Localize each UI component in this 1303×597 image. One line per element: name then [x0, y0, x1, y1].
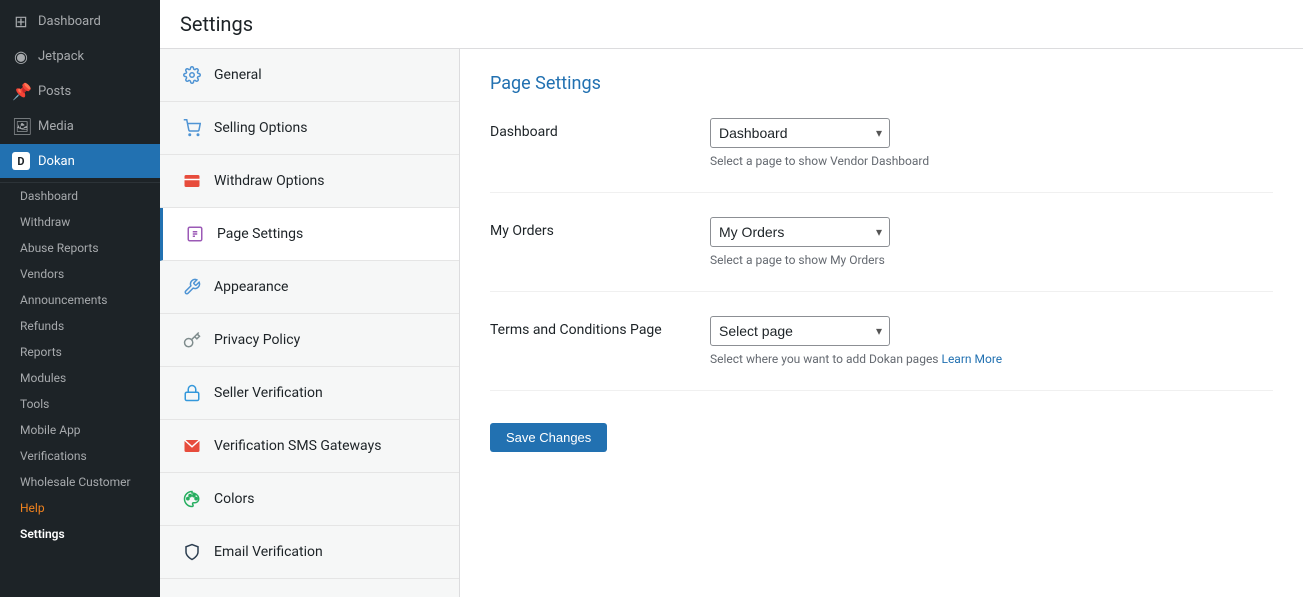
sidebar-sub-withdraw[interactable]: Withdraw [0, 209, 160, 235]
sidebar-sub-help[interactable]: Help [0, 495, 160, 521]
sidebar-item-media[interactable]: 🖼 Media [0, 109, 160, 144]
sidebar-item-dashboard-label: Dashboard [38, 14, 101, 29]
sidebar-item-posts-label: Posts [38, 84, 71, 99]
sidebar-item-dokan[interactable]: D Dokan [0, 144, 160, 178]
page-settings-label: Page Settings [217, 226, 303, 242]
media-icon: 🖼 [12, 117, 30, 136]
dashboard-setting-label: Dashboard [490, 118, 710, 140]
sidebar-sub-verifications[interactable]: Verifications [0, 443, 160, 469]
appearance-label: Appearance [214, 279, 288, 295]
settings-nav-page-settings[interactable]: Page Settings [160, 208, 459, 261]
sidebar-sub-items: Dashboard Withdraw Abuse Reports Vendors… [0, 182, 160, 547]
terms-help-text-content: Select where you want to add Dokan pages [710, 352, 939, 366]
jetpack-icon: ◉ [12, 47, 30, 66]
settings-nav-colors[interactable]: Colors [160, 473, 459, 526]
main-content: Settings General Selling Options [160, 0, 1303, 597]
sidebar-item-jetpack[interactable]: ◉ Jetpack [0, 39, 160, 74]
page-title-bar: Settings [160, 0, 1303, 49]
sidebar-item-media-label: Media [38, 119, 74, 134]
settings-nav: General Selling Options Withdraw Options [160, 49, 460, 597]
page-title: Settings [180, 12, 1283, 36]
selling-options-label: Selling Options [214, 120, 307, 136]
my-orders-setting-row: My Orders My Orders Dashboard Shop Selec… [490, 217, 1273, 292]
terms-setting-control: Select page Terms and Conditions Privacy… [710, 316, 1273, 366]
dashboard-setting-row: Dashboard Dashboard My Account Shop Sele… [490, 118, 1273, 193]
withdraw-options-label: Withdraw Options [214, 173, 325, 189]
colors-icon [180, 487, 204, 511]
dashboard-select[interactable]: Dashboard My Account Shop [710, 118, 890, 148]
sidebar-top-items: ⊞ Dashboard ◉ Jetpack 📌 Posts 🖼 Media D … [0, 0, 160, 182]
withdraw-icon [180, 169, 204, 193]
sms-icon [180, 434, 204, 458]
privacy-icon [180, 328, 204, 352]
privacy-policy-label: Privacy Policy [214, 332, 300, 348]
sidebar-sub-abuse-reports[interactable]: Abuse Reports [0, 235, 160, 261]
sidebar-sub-vendors[interactable]: Vendors [0, 261, 160, 287]
appearance-icon [180, 275, 204, 299]
save-button-wrapper: Save Changes [490, 415, 1273, 452]
settings-nav-privacy-policy[interactable]: Privacy Policy [160, 314, 459, 367]
my-orders-setting-control: My Orders Dashboard Shop Select a page t… [710, 217, 1273, 267]
sidebar-sub-announcements[interactable]: Announcements [0, 287, 160, 313]
settings-nav-general[interactable]: General [160, 49, 459, 102]
my-orders-setting-label: My Orders [490, 217, 710, 239]
general-label: General [214, 67, 262, 83]
settings-nav-email-verification[interactable]: Email Verification [160, 526, 459, 579]
sidebar-item-dashboard[interactable]: ⊞ Dashboard [0, 4, 160, 39]
sidebar-sub-dashboard[interactable]: Dashboard [0, 183, 160, 209]
sidebar-item-dokan-label: Dokan [38, 154, 75, 169]
page-icon [183, 222, 207, 246]
my-orders-select[interactable]: My Orders Dashboard Shop [710, 217, 890, 247]
terms-setting-label: Terms and Conditions Page [490, 316, 710, 338]
sidebar-sub-wholesale-customer[interactable]: Wholesale Customer [0, 469, 160, 495]
settings-nav-seller-verification[interactable]: Seller Verification [160, 367, 459, 420]
admin-sidebar: ⊞ Dashboard ◉ Jetpack 📌 Posts 🖼 Media D … [0, 0, 160, 597]
email-verification-icon [180, 540, 204, 564]
sidebar-sub-mobile-app[interactable]: Mobile App [0, 417, 160, 443]
sidebar-item-jetpack-label: Jetpack [38, 49, 84, 64]
dashboard-select-wrapper: Dashboard My Account Shop [710, 118, 890, 148]
settings-nav-appearance[interactable]: Appearance [160, 261, 459, 314]
save-changes-button[interactable]: Save Changes [490, 423, 607, 452]
terms-help-text: Select where you want to add Dokan pages… [710, 352, 1273, 366]
dashboard-setting-control: Dashboard My Account Shop Select a page … [710, 118, 1273, 168]
page-settings-title: Page Settings [490, 73, 1273, 94]
terms-select[interactable]: Select page Terms and Conditions Privacy… [710, 316, 890, 346]
settings-nav-verification-sms[interactable]: Verification SMS Gateways [160, 420, 459, 473]
content-area: General Selling Options Withdraw Options [160, 49, 1303, 597]
sidebar-sub-refunds[interactable]: Refunds [0, 313, 160, 339]
dashboard-icon: ⊞ [12, 12, 30, 31]
seller-verification-label: Seller Verification [214, 385, 323, 401]
verification-sms-label: Verification SMS Gateways [214, 438, 381, 454]
settings-content-panel: Page Settings Dashboard Dashboard My Acc… [460, 49, 1303, 597]
cart-icon [180, 116, 204, 140]
settings-nav-social-api[interactable]: Social API [160, 579, 459, 597]
settings-nav-selling-options[interactable]: Selling Options [160, 102, 459, 155]
gear-icon [180, 63, 204, 87]
settings-nav-withdraw-options[interactable]: Withdraw Options [160, 155, 459, 208]
sidebar-sub-settings[interactable]: Settings [0, 521, 160, 547]
my-orders-help-text: Select a page to show My Orders [710, 253, 1273, 267]
social-api-icon [180, 593, 204, 597]
posts-icon: 📌 [12, 82, 30, 101]
sidebar-sub-modules[interactable]: Modules [0, 365, 160, 391]
dokan-icon: D [12, 152, 30, 170]
terms-setting-row: Terms and Conditions Page Select page Te… [490, 316, 1273, 391]
sidebar-sub-tools[interactable]: Tools [0, 391, 160, 417]
seller-verification-icon [180, 381, 204, 405]
my-orders-select-wrapper: My Orders Dashboard Shop [710, 217, 890, 247]
dashboard-help-text: Select a page to show Vendor Dashboard [710, 154, 1273, 168]
sidebar-sub-reports[interactable]: Reports [0, 339, 160, 365]
colors-label: Colors [214, 491, 254, 507]
sidebar-item-posts[interactable]: 📌 Posts [0, 74, 160, 109]
terms-select-wrapper: Select page Terms and Conditions Privacy… [710, 316, 890, 346]
email-verification-label: Email Verification [214, 544, 323, 560]
learn-more-link[interactable]: Learn More [941, 352, 1002, 366]
